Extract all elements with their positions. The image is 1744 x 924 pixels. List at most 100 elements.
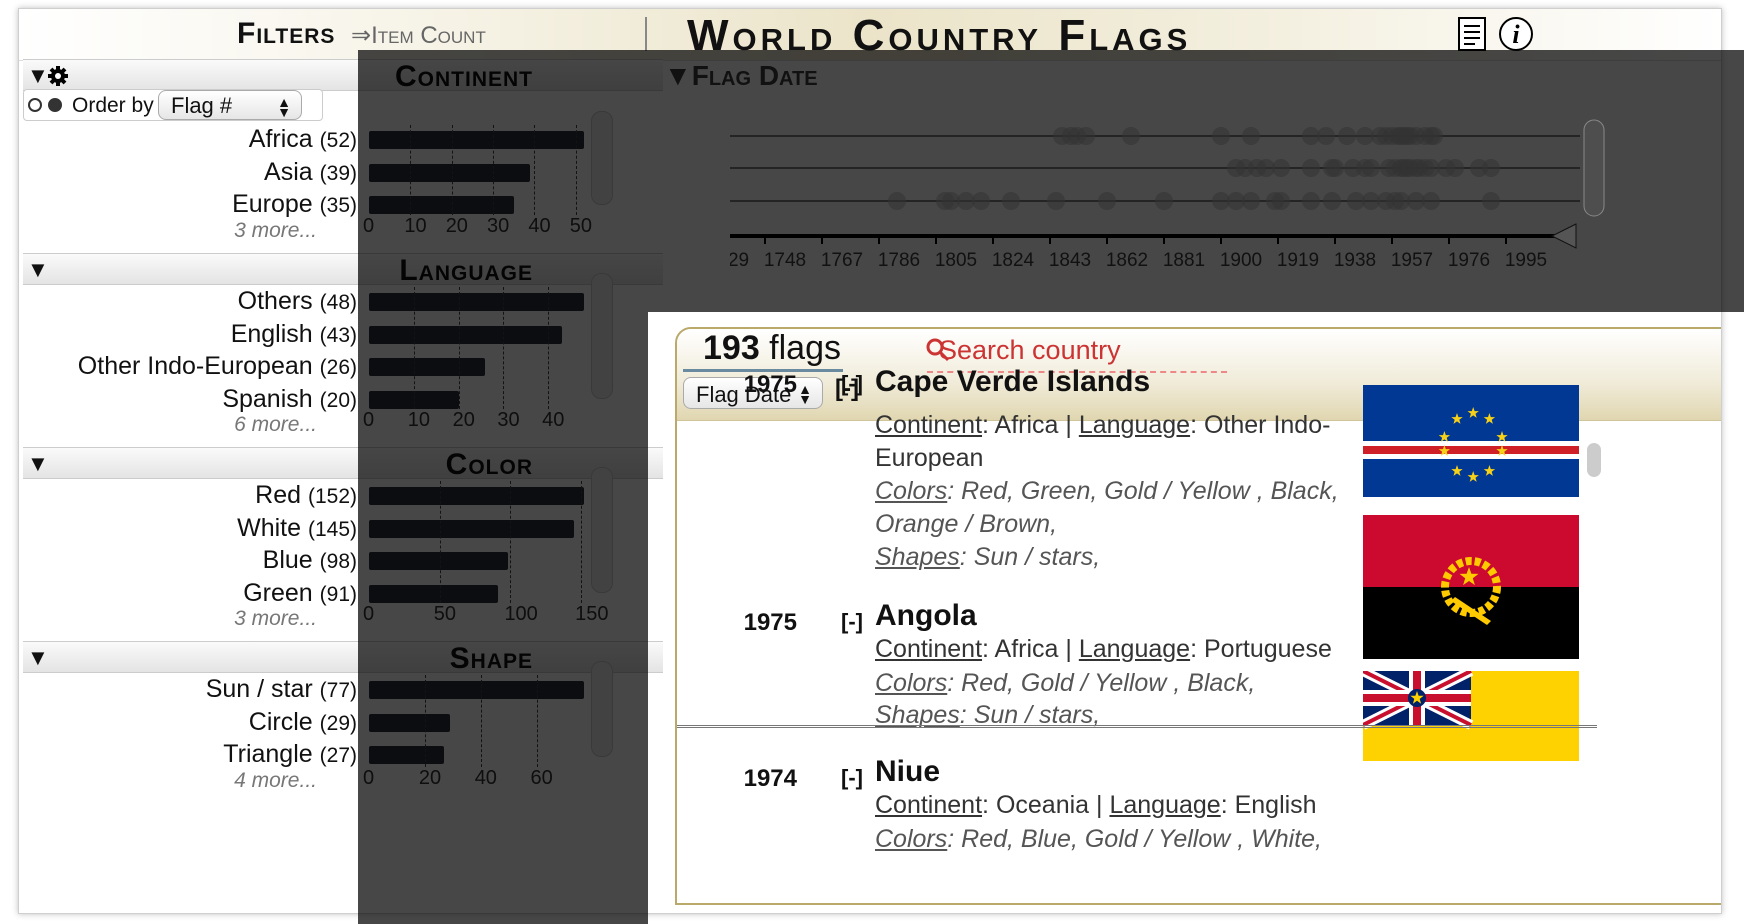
more-link[interactable]: 3 more... (19, 607, 317, 631)
facet-item-sun-star[interactable]: Sun / star (77) (19, 675, 357, 704)
timeline-tick-label: 1786 (878, 250, 920, 271)
more-link[interactable]: 4 more... (19, 769, 317, 793)
facet-item-asia[interactable]: Asia (39) (19, 158, 357, 187)
more-link[interactable]: 3 more... (19, 219, 317, 243)
shapes-link[interactable]: Shapes (875, 543, 960, 571)
order-by-value: Flag # (171, 93, 233, 118)
order-by-row: Order by Flag # ▲ ▼ (23, 89, 323, 121)
filters-title: Filters (237, 17, 336, 50)
language-link[interactable]: Language (1079, 635, 1190, 663)
facet-item-red[interactable]: Red (152) (19, 481, 357, 510)
record-colors-value: Red, Gold / Yellow , Black, (961, 669, 1256, 697)
facet-item-circle[interactable]: Circle (29) (19, 707, 357, 737)
record-colors-value: Red, Blue, Gold / Yellow , White, (961, 825, 1322, 853)
timeline-dot (1098, 192, 1116, 210)
radio-option-icon[interactable] (28, 98, 42, 112)
facet-item-label: Other Indo-European (77, 352, 313, 380)
timeline-tick-label: 1862 (1106, 250, 1148, 271)
record-country-name[interactable]: Cape Verde Islands (875, 365, 1150, 399)
record-country-name[interactable]: Angola (875, 599, 977, 633)
results-panel: 193 flags Search country Flag Date ▲ ▼ [-… (675, 327, 1721, 905)
timeline-tick-label: 1976 (1448, 250, 1490, 271)
facet-item-english[interactable]: English (43) (19, 319, 357, 349)
facet-item-label: Others (237, 287, 313, 315)
colors-link[interactable]: Colors (875, 477, 947, 505)
record-language: Portuguese (1203, 635, 1332, 663)
facet-item-count: (35) (319, 194, 357, 217)
separator: | (1089, 791, 1110, 819)
record-colors: Colors: Red, Gold / Yellow , Black, (875, 669, 1256, 697)
timeline-tick-label: 1805 (935, 250, 977, 271)
facet-item-spanish[interactable]: Spanish (20) (19, 385, 357, 414)
separator: | (1058, 411, 1079, 439)
record-collapse-button[interactable]: [-] (841, 609, 863, 635)
timeline-dot (1242, 127, 1260, 145)
record-collapse-button[interactable]: [-] (841, 371, 863, 397)
info-icon[interactable]: i (1497, 15, 1535, 53)
language-link[interactable]: Language (1079, 411, 1190, 439)
item-count-toggle[interactable]: ⇒Item Count (351, 21, 486, 50)
timeline-tick-label: 1729 (730, 250, 749, 271)
select-arrows-icon: ▲ ▼ (798, 381, 812, 407)
timeline-dot (1155, 192, 1173, 210)
order-by-select[interactable]: Flag # ▲ ▼ (158, 90, 302, 120)
timeline-dot (1338, 127, 1356, 145)
colors-link[interactable]: Colors (875, 669, 947, 697)
continent-link[interactable]: Continent (875, 411, 982, 439)
timeline-tick-label: 1767 (821, 250, 863, 271)
facet-item-count: (26) (319, 356, 357, 379)
timeline-tick-label: 1900 (1220, 250, 1262, 271)
facet-item-count: (98) (319, 550, 357, 573)
order-by-label: Order by (72, 94, 154, 117)
record-separator (677, 725, 1597, 728)
facet-item-africa[interactable]: Africa (52) (19, 125, 357, 154)
facet-item-label: Circle (248, 707, 313, 736)
document-icon[interactable] (1455, 15, 1489, 53)
more-link[interactable]: 6 more... (19, 413, 317, 437)
niue-flag-image (1360, 666, 1579, 761)
timeline-dot (1272, 159, 1290, 177)
continent-link[interactable]: Continent (875, 635, 982, 663)
timeline-tick-label: 1843 (1049, 250, 1091, 271)
facet-item-label: English (230, 319, 313, 348)
timeline-dot (1326, 159, 1344, 177)
timeline-tick-label: 1995 (1505, 250, 1547, 271)
facet-item-white[interactable]: White (145) (19, 514, 357, 543)
record-meta: Continent: Africa | Language: Other Indo… (875, 411, 1331, 472)
record-year: 1975 (743, 609, 797, 636)
svg-text:i: i (1512, 20, 1520, 49)
continent-link[interactable]: Continent (875, 791, 982, 819)
record-colors: Colors: Red, Green, Gold / Yellow , Blac… (875, 477, 1339, 538)
record-year: 1974 (743, 765, 797, 792)
record-country-name[interactable]: Niue (875, 755, 940, 789)
record-collapse-button[interactable]: [-] (841, 765, 863, 791)
facet-item-others[interactable]: Others (48) (19, 287, 357, 316)
colors-link[interactable]: Colors (875, 825, 947, 853)
language-link[interactable]: Language (1109, 791, 1220, 819)
record-language: English (1234, 791, 1317, 819)
timeline-tick-label: 1824 (992, 250, 1035, 271)
record-year: 1975 (743, 371, 797, 398)
timeline-dot (972, 192, 990, 210)
timeline-dot (1302, 192, 1320, 210)
divider (645, 17, 647, 51)
overlay-dim (358, 50, 648, 924)
timeline-dot (1302, 159, 1320, 177)
flag-count-unit: flags (759, 329, 841, 367)
results-scrollbar[interactable] (1587, 443, 1601, 477)
timeline-dot (1362, 159, 1380, 177)
radio-option-icon[interactable] (48, 98, 62, 112)
record-shapes-value: Sun / stars, (973, 543, 1101, 571)
facet-item-europe[interactable]: Europe (35) (19, 190, 357, 219)
facet-item-green[interactable]: Green (91) (19, 579, 357, 608)
facet-item-count: (27) (319, 744, 357, 767)
timeline-dot (1425, 127, 1443, 145)
facet-item-count: (43) (319, 323, 357, 347)
facet-item-count: (39) (319, 161, 357, 185)
facet-item-other-indo-european[interactable]: Other Indo-European (26) (19, 352, 357, 381)
facet-item-blue[interactable]: Blue (98) (19, 546, 357, 575)
facet-item-triangle[interactable]: Triangle (27) (19, 740, 357, 769)
facet-item-label: Blue (262, 546, 313, 574)
search-input[interactable]: Search country (939, 335, 1121, 366)
timeline-tick-label: 1748 (764, 250, 806, 271)
